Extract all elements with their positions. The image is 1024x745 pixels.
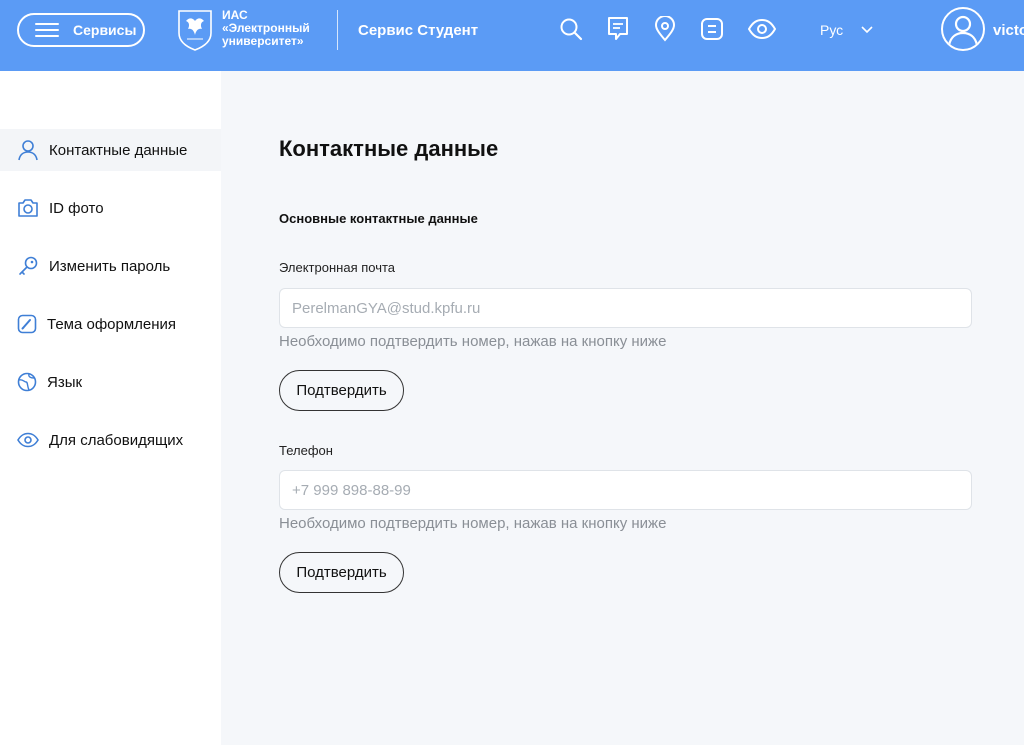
phone-label: Телефон xyxy=(279,443,333,458)
language-label: Рус xyxy=(820,22,844,38)
sidebar-item-change-password[interactable]: Изменить пароль xyxy=(0,245,221,287)
menu-icon xyxy=(35,23,59,37)
section-title: Основные контактные данные xyxy=(279,211,478,226)
university-crest-icon xyxy=(178,10,212,51)
sidebar-item-accessibility[interactable]: Для слабовидящих xyxy=(0,419,221,461)
sidebar-item-language[interactable]: Язык xyxy=(0,361,221,403)
key-icon xyxy=(19,256,38,275)
confirm-email-button[interactable]: Подтвердить xyxy=(279,370,404,411)
header-divider xyxy=(337,10,338,50)
location-icon[interactable] xyxy=(652,16,678,42)
search-icon[interactable] xyxy=(558,16,584,42)
language-selector[interactable]: Рус xyxy=(820,22,873,38)
services-button[interactable]: Сервисы xyxy=(17,13,145,47)
chevron-down-icon xyxy=(861,26,873,34)
sidebar-item-label: Язык xyxy=(47,373,83,391)
email-field[interactable] xyxy=(279,288,972,328)
service-title: Сервис Студент xyxy=(358,22,479,39)
sidebar-item-contacts[interactable]: Контактные данные xyxy=(0,129,221,171)
phone-hint: Необходимо подтвердить номер, нажав на к… xyxy=(279,515,667,532)
camera-icon xyxy=(18,199,38,217)
globe-icon xyxy=(17,372,37,392)
sidebar-item-id-photo[interactable]: ID фото xyxy=(0,187,221,229)
phone-field[interactable] xyxy=(279,470,972,510)
sidebar-item-theme[interactable]: Тема оформления xyxy=(0,303,221,345)
username[interactable]: victo xyxy=(993,22,1024,39)
main-content: Контактные данные Основные контактные да… xyxy=(221,71,1024,745)
sidebar-item-label: Контактные данные xyxy=(49,141,188,159)
sidebar-item-label: Тема оформления xyxy=(47,315,177,333)
email-label: Электронная почта xyxy=(279,260,396,275)
sidebar-item-label: ID фото xyxy=(49,199,104,217)
list-icon[interactable] xyxy=(699,16,725,42)
page-title: Контактные данные xyxy=(279,136,499,161)
top-header: Сервисы ИАС «Электронный университет» Се… xyxy=(0,0,1024,71)
logo-line: университет» xyxy=(222,34,304,48)
user-icon xyxy=(18,140,38,161)
email-hint: Необходимо подтвердить номер, нажав на к… xyxy=(279,333,667,350)
university-logo[interactable]: ИАС «Электронный университет» xyxy=(176,9,310,51)
sidebar-item-label: Для слабовидящих xyxy=(49,431,184,449)
avatar[interactable] xyxy=(941,7,985,51)
chat-icon[interactable] xyxy=(605,16,631,42)
user-icon xyxy=(947,15,979,46)
confirm-phone-button[interactable]: Подтвердить xyxy=(279,552,404,593)
sidebar-item-label: Изменить пароль xyxy=(49,257,171,275)
services-label: Сервисы xyxy=(73,22,137,38)
logo-text: ИАС «Электронный университет» xyxy=(222,9,310,48)
brush-icon xyxy=(17,314,37,334)
settings-sidebar: Контактные данные ID фото Изменить парол… xyxy=(0,71,221,745)
eye-icon[interactable] xyxy=(747,16,777,42)
eye-icon xyxy=(17,432,39,448)
